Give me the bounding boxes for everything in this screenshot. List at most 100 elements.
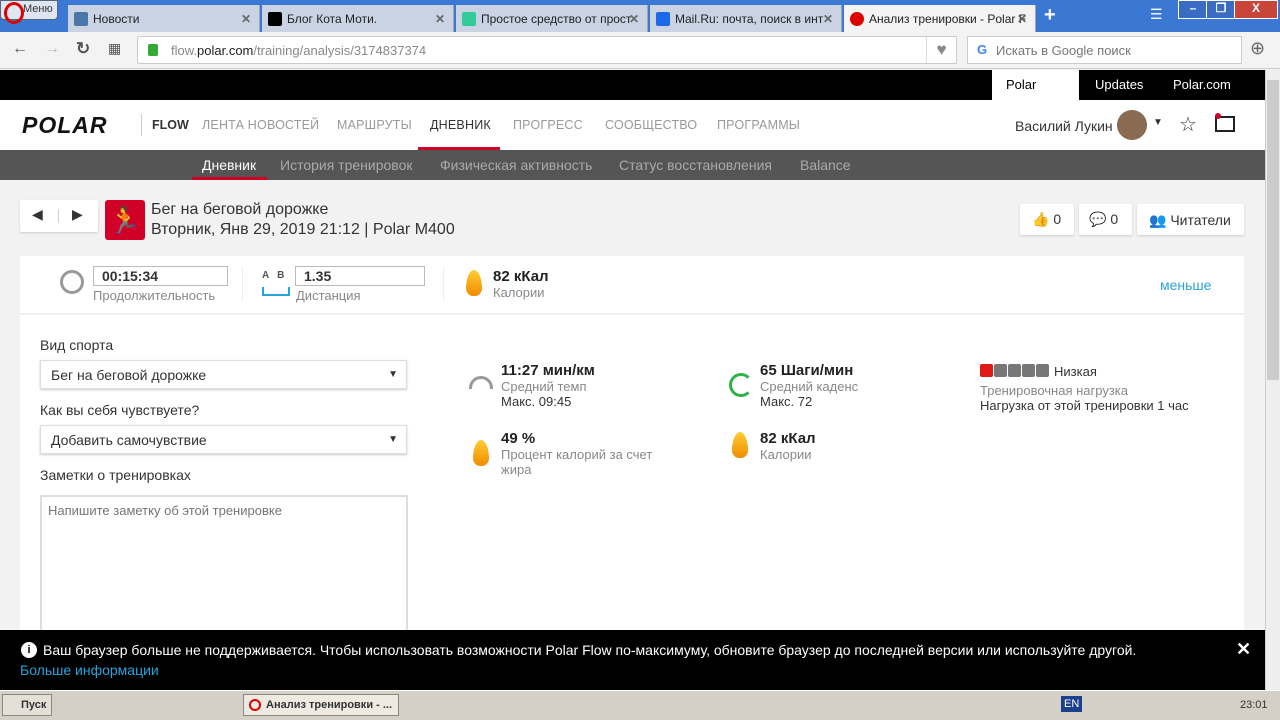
like-button[interactable]: 👍 0 xyxy=(1020,204,1074,235)
speed-dial-icon[interactable]: ▦ xyxy=(108,40,121,57)
fat-percent: 49 % xyxy=(501,430,536,447)
tab-label: Новости xyxy=(93,11,140,26)
summary-bar: 00:15:34 Продолжительность A B 1.35 Дист… xyxy=(20,256,1244,314)
fat-percent-label: Процент калорий за счет жира xyxy=(501,447,653,477)
minimize-button[interactable]: – xyxy=(1178,0,1208,19)
info-icon: i xyxy=(21,642,37,658)
browser-menu-button[interactable]: Меню xyxy=(0,0,58,24)
subnav-balance[interactable]: Balance xyxy=(800,157,851,173)
subnav-recovery[interactable]: Статус восстановления xyxy=(619,157,772,173)
cat-icon xyxy=(268,11,282,26)
close-tab-icon[interactable]: ✕ xyxy=(435,12,445,26)
tab-label: Простое средство от прост xyxy=(481,11,632,26)
avg-pace-label: Средний темп xyxy=(501,379,587,394)
subnav-history[interactable]: История тренировок xyxy=(280,157,412,173)
nav-diary[interactable]: ДНЕВНИК xyxy=(430,118,491,132)
user-menu-chevron-icon[interactable]: ▼ xyxy=(1153,117,1163,128)
windows-taskbar: Пуск Анализ тренировки - ... EN 23:01 xyxy=(0,690,1280,720)
language-indicator[interactable]: EN xyxy=(1061,696,1083,712)
topnav-updates[interactable]: Updates xyxy=(1081,70,1157,100)
comment-button[interactable]: 💬 0 xyxy=(1079,204,1132,235)
close-tab-icon[interactable]: ✕ xyxy=(1017,12,1027,26)
url-input[interactable]: flow.polar.com/training/analysis/3174837… xyxy=(137,36,957,64)
tab-label: Mail.Ru: почта, поиск в инт xyxy=(675,11,824,26)
flow-label: FLOW xyxy=(152,118,189,132)
tab-polar[interactable]: Анализ тренировки - Polar F ✕ xyxy=(844,5,1036,32)
nav-news[interactable]: ЛЕНТА НОВОСТЕЙ xyxy=(202,118,319,132)
sub-nav: Дневник История тренировок Физическая ак… xyxy=(0,150,1265,180)
readers-label: Читатели xyxy=(1170,212,1231,228)
stats-calories: 82 кКал xyxy=(760,430,816,447)
subnav-activity[interactable]: Физическая активность xyxy=(440,157,592,173)
stopwatch-icon xyxy=(60,270,84,294)
tab-blog[interactable]: Блог Кота Моти. ✕ xyxy=(262,5,454,32)
search-input[interactable]: G Искать в Google поиск xyxy=(967,36,1242,64)
ab-label: A B xyxy=(262,270,285,281)
tab-menu-icon[interactable]: ☰ xyxy=(1150,6,1163,23)
taskbar-window-label: Анализ тренировки - ... xyxy=(266,699,393,711)
star-icon[interactable]: ☆ xyxy=(1179,112,1197,137)
flame-icon xyxy=(732,432,748,458)
feel-select[interactable]: Добавить самочувствие xyxy=(40,425,407,454)
vk-icon xyxy=(74,11,88,26)
polar-logo[interactable]: POLAR xyxy=(22,112,108,139)
max-cadence: Макс. 72 xyxy=(760,394,813,409)
avg-cadence-label: Средний каденс xyxy=(760,379,859,394)
close-window-button[interactable]: X xyxy=(1234,0,1278,19)
nav-community[interactable]: СООБЩЕСТВО xyxy=(605,118,697,132)
browser-unsupported-notice: i Ваш браузер больше не поддерживается. … xyxy=(0,630,1265,690)
summary-calories-label: Калории xyxy=(493,285,545,300)
heart-icon[interactable]: ♥ xyxy=(926,37,956,63)
summary-calories: 82 кКал xyxy=(493,268,549,285)
notes-textarea[interactable] xyxy=(40,495,408,635)
tab-mailru[interactable]: Mail.Ru: почта, поиск в инт ✕ xyxy=(650,5,842,32)
readers-button[interactable]: 👥 Читатели xyxy=(1137,204,1244,235)
maximize-button[interactable]: ❐ xyxy=(1206,0,1236,19)
page-scrollbar[interactable] xyxy=(1265,70,1280,690)
download-icon[interactable]: ⊕ xyxy=(1250,38,1265,59)
training-load-bar xyxy=(980,364,1049,377)
distance-label: Дистанция xyxy=(296,288,361,303)
user-name[interactable]: Василий Лукин xyxy=(1015,118,1113,134)
start-button[interactable]: Пуск xyxy=(2,694,52,716)
avatar[interactable] xyxy=(1117,110,1147,140)
prev-next-nav: ◀ ▶ xyxy=(20,200,98,232)
less-link[interactable]: меньше xyxy=(1160,277,1211,293)
prev-training-button[interactable]: ◀ xyxy=(32,206,43,223)
flame-icon xyxy=(473,440,489,466)
reload-icon[interactable]: ↻ xyxy=(76,39,90,59)
topnav-polar-flow[interactable]: Polar Flow xyxy=(992,70,1079,122)
topnav-polar-com[interactable]: Polar.com xyxy=(1159,70,1245,100)
more-info-link[interactable]: Больше информации xyxy=(20,662,159,678)
forward-icon[interactable]: → xyxy=(44,40,60,58)
load-segment xyxy=(1022,364,1035,377)
subnav-diary[interactable]: Дневник xyxy=(202,157,256,173)
tab-novosti[interactable]: Новости ✕ xyxy=(68,5,260,32)
duration-label: Продолжительность xyxy=(93,288,216,303)
nav-programs[interactable]: ПРОГРАММЫ xyxy=(717,118,800,132)
close-notice-icon[interactable]: ✕ xyxy=(1236,639,1251,660)
training-load-level: Низкая xyxy=(1054,364,1097,379)
close-tab-icon[interactable]: ✕ xyxy=(241,12,251,26)
new-tab-button[interactable]: + xyxy=(1044,4,1056,27)
distance-field: 1.35 xyxy=(295,266,425,286)
sport-label: Вид спорта xyxy=(40,337,114,353)
flame-icon xyxy=(466,270,482,296)
training-load-text: Нагрузка от этой тренировки 1 час xyxy=(980,398,1189,413)
load-segment xyxy=(980,364,993,377)
address-bar: ← → ↻ ▦ flow.polar.com/training/analysis… xyxy=(0,32,1280,69)
max-pace: Макс. 09:45 xyxy=(501,394,572,409)
comment-count: 0 xyxy=(1110,211,1119,227)
close-tab-icon[interactable]: ✕ xyxy=(823,12,833,26)
next-training-button[interactable]: ▶ xyxy=(72,206,83,223)
tab-remedy[interactable]: Простое средство от прост ✕ xyxy=(456,5,648,32)
nav-progress[interactable]: ПРОГРЕСС xyxy=(513,118,583,132)
taskbar-window-button[interactable]: Анализ тренировки - ... xyxy=(243,694,399,716)
back-icon[interactable]: ← xyxy=(12,40,28,58)
nav-routes[interactable]: МАРШРУТЫ xyxy=(337,118,412,132)
sport-select[interactable]: Бег на беговой дорожке xyxy=(40,360,407,389)
training-date-device: Вторник, Янв 29, 2019 21:12 | Polar M400 xyxy=(151,221,455,238)
close-tab-icon[interactable]: ✕ xyxy=(629,12,639,26)
search-placeholder: Искать в Google поиск xyxy=(996,43,1131,58)
browser-tab-bar: Меню Новости ✕ Блог Кота Моти. ✕ Простое с… xyxy=(0,0,1280,32)
